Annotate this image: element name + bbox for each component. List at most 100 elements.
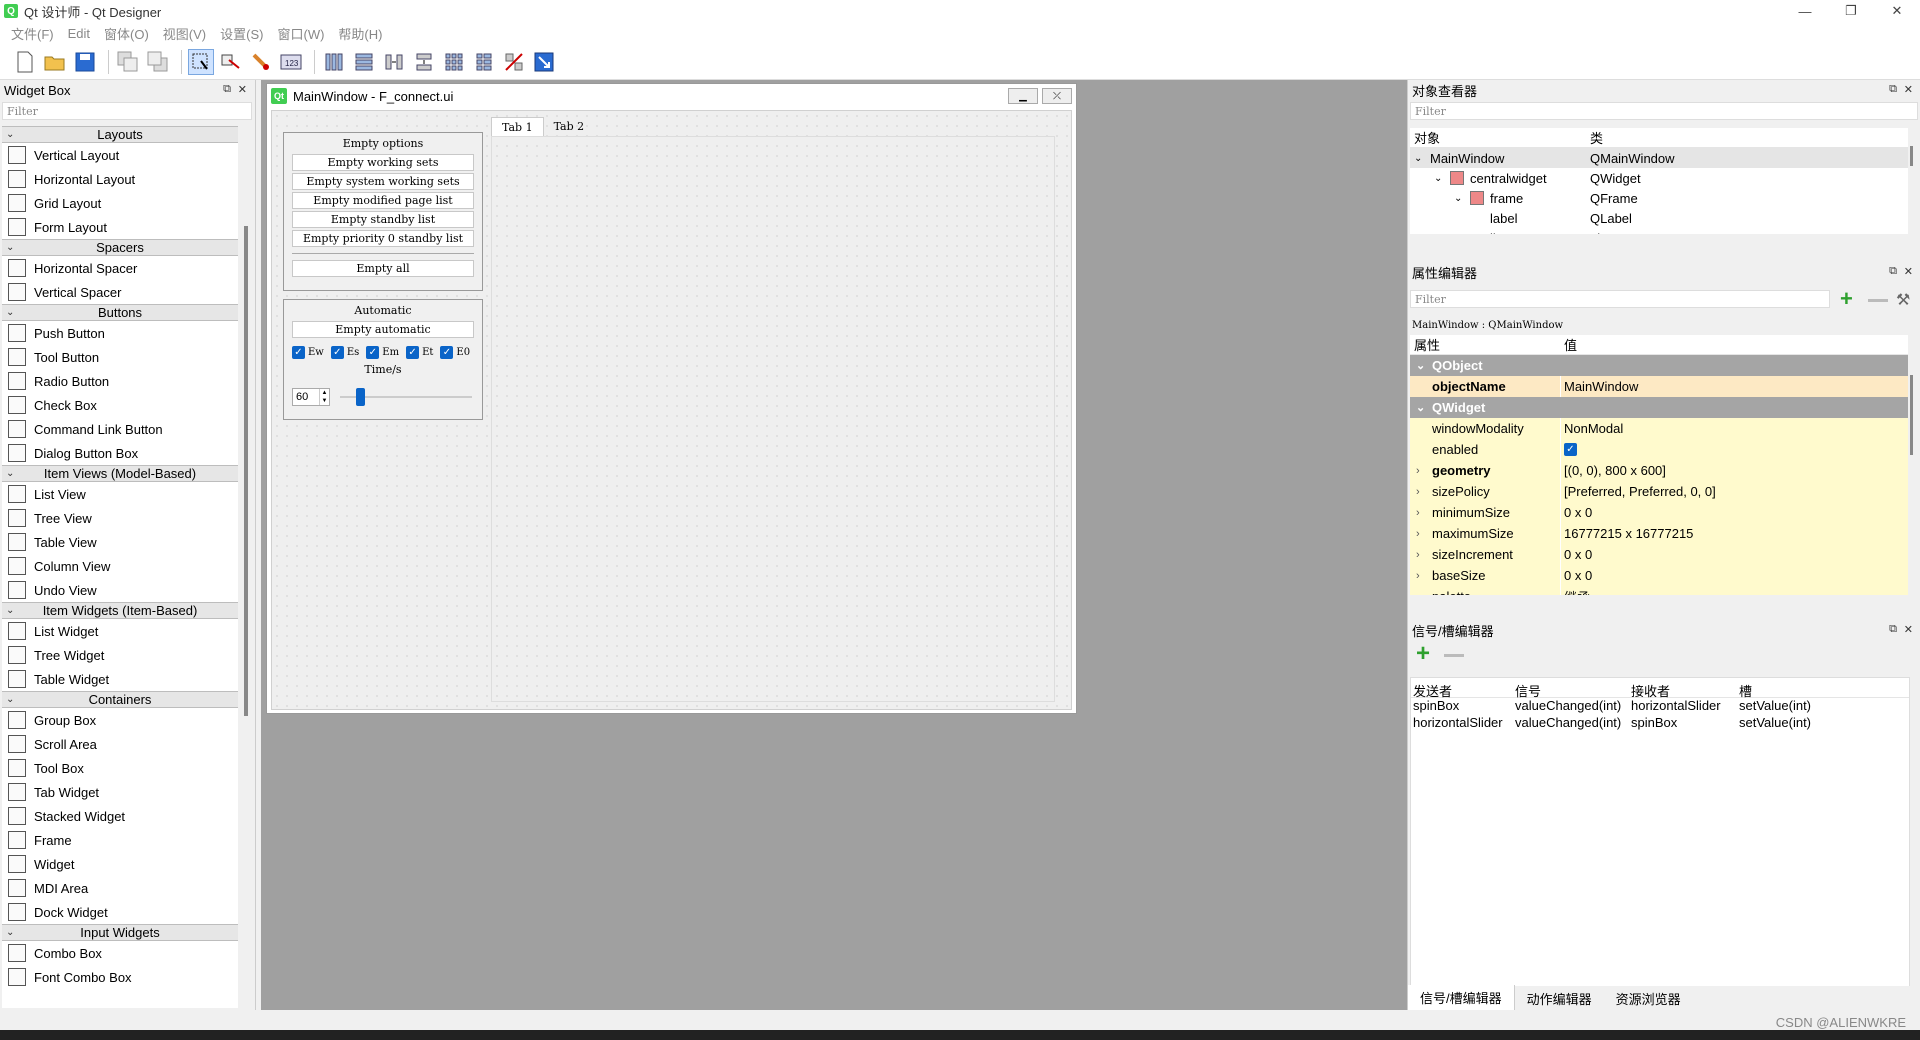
checkbox-es[interactable]: ✓ Es — [330, 346, 359, 359]
widget-item[interactable]: Stacked Widget — [2, 804, 238, 828]
property-row[interactable]: enabled ✓ — [1410, 439, 1908, 460]
send-to-back-icon[interactable] — [115, 49, 141, 75]
property-value[interactable]: MainWindow — [1564, 379, 1638, 394]
add-property-icon[interactable]: + — [1840, 288, 1853, 310]
edit-tab-order-icon[interactable]: 123 — [278, 49, 304, 75]
group-empty-options[interactable]: Empty options Empty working sets Empty s… — [283, 132, 483, 291]
form-canvas[interactable]: Tab 1 Tab 2 Empty options Empty working … — [271, 110, 1072, 710]
empty-all-button[interactable]: Empty all — [292, 260, 474, 277]
widget-item[interactable]: Table View — [2, 530, 238, 554]
property-value[interactable]: NonModal — [1564, 421, 1623, 436]
tree-row[interactable]: ⌄ centralwidget QWidget — [1410, 168, 1908, 188]
chevron-right-icon[interactable]: › — [1416, 507, 1420, 519]
empty-system-working-sets-button[interactable]: Empty system working sets — [292, 173, 474, 190]
widget-item[interactable]: Horizontal Layout — [2, 167, 238, 191]
menu-edit[interactable]: Edit — [61, 26, 97, 41]
property-row[interactable]: objectName MainWindow — [1410, 376, 1908, 397]
widget-item[interactable]: Combo Box — [2, 941, 238, 965]
float-dock-icon[interactable]: ⧉ — [1889, 265, 1897, 278]
tree-row[interactable]: ⌄ MainWindow QMainWindow — [1410, 148, 1908, 168]
property-table-scrollbar[interactable] — [1910, 375, 1913, 455]
property-row[interactable]: › sizePolicy [Preferred, Preferred, 0, 0] — [1410, 481, 1908, 502]
chevron-right-icon[interactable]: › — [1416, 465, 1420, 477]
layout-form-icon[interactable] — [471, 49, 497, 75]
edit-buddies-icon[interactable] — [248, 49, 274, 75]
connection-row[interactable]: spinBox valueChanged(int) horizontalSlid… — [1411, 698, 1909, 715]
empty-modified-page-list-button[interactable]: Empty modified page list — [292, 192, 474, 209]
property-value[interactable]: 0 x 0 — [1564, 547, 1592, 562]
property-row[interactable]: › baseSize 0 x 0 — [1410, 565, 1908, 586]
category-header[interactable]: ⌄ Item Widgets (Item-Based) — [2, 602, 238, 619]
property-section[interactable]: ⌄ QWidget — [1410, 397, 1908, 418]
property-value[interactable]: 0 x 0 — [1564, 505, 1592, 520]
chevron-right-icon[interactable]: › — [1416, 570, 1420, 582]
widget-item[interactable]: Group Box — [2, 708, 238, 732]
chevron-right-icon[interactable]: › — [1416, 486, 1420, 498]
widget-item[interactable]: Dock Widget — [2, 900, 238, 924]
checkbox-em[interactable]: ✓ Em — [366, 346, 399, 359]
edit-signals-slots-icon[interactable] — [218, 49, 244, 75]
property-row[interactable]: › maximumSize 16777215 x 16777215 — [1410, 523, 1908, 544]
category-header[interactable]: ⌄ Item Views (Model-Based) — [2, 465, 238, 482]
widget-item[interactable]: List View — [2, 482, 238, 506]
widget-item[interactable]: Tool Button — [2, 345, 238, 369]
remove-property-icon[interactable] — [1868, 299, 1888, 302]
empty-priority-0-standby-list-button[interactable]: Empty priority 0 standby list — [292, 230, 474, 247]
menu-settings[interactable]: 设置(S) — [213, 24, 270, 43]
break-layout-icon[interactable] — [501, 49, 527, 75]
property-row[interactable]: › sizeIncrement 0 x 0 — [1410, 544, 1908, 565]
menu-window[interactable]: 窗口(W) — [270, 24, 331, 43]
subwindow-minimize-button[interactable]: ▁ — [1008, 88, 1038, 104]
widget-item[interactable]: List Widget — [2, 619, 238, 643]
widget-item[interactable]: Horizontal Spacer — [2, 256, 238, 280]
minimize-button[interactable]: — — [1782, 0, 1828, 22]
widget-item[interactable]: Vertical Layout — [2, 143, 238, 167]
remove-connection-icon[interactable] — [1444, 654, 1464, 657]
spin-box[interactable]: 60 ▲ ▼ — [292, 388, 330, 406]
widget-item[interactable]: Push Button — [2, 321, 238, 345]
category-header[interactable]: ⌄ Buttons — [2, 304, 238, 321]
property-value[interactable]: 0 x 0 — [1564, 568, 1592, 583]
widget-item[interactable]: Grid Layout — [2, 191, 238, 215]
new-file-icon[interactable] — [12, 49, 38, 75]
slider-handle[interactable] — [355, 388, 365, 406]
close-dock-icon[interactable]: ✕ — [238, 83, 247, 96]
category-header[interactable]: ⌄ Containers — [2, 691, 238, 708]
close-dock-icon[interactable]: ✕ — [1904, 83, 1913, 96]
widget-item[interactable]: Frame — [2, 828, 238, 852]
property-row[interactable]: › geometry [(0, 0), 800 x 600] — [1410, 460, 1908, 481]
widget-item[interactable]: Widget — [2, 852, 238, 876]
tab-2[interactable]: Tab 2 — [544, 117, 595, 137]
float-dock-icon[interactable]: ⧉ — [223, 83, 231, 96]
close-dock-icon[interactable]: ✕ — [1904, 623, 1913, 636]
checkbox-ew[interactable]: ✓ Ew — [292, 346, 324, 359]
layout-grid-icon[interactable] — [441, 49, 467, 75]
menu-view[interactable]: 视图(V) — [156, 24, 213, 43]
property-value[interactable]: 继承 — [1564, 587, 1590, 595]
chevron-down-icon[interactable]: ⌄ — [1416, 359, 1425, 372]
menu-help[interactable]: 帮助(H) — [331, 24, 389, 43]
chevron-down-icon[interactable]: ⌄ — [6, 692, 14, 707]
property-section[interactable]: ⌄ QObject — [1410, 355, 1908, 376]
property-row[interactable]: windowModality NonModal — [1410, 418, 1908, 439]
checkbox-et[interactable]: ✓ Et — [406, 346, 433, 359]
chevron-right-icon[interactable]: › — [1416, 549, 1420, 561]
widget-item[interactable]: Scroll Area — [2, 732, 238, 756]
close-dock-icon[interactable]: ✕ — [1904, 265, 1913, 278]
maximize-button[interactable]: ❐ — [1828, 0, 1874, 22]
chevron-down-icon[interactable]: ⌄ — [6, 603, 14, 618]
chevron-down-icon[interactable]: ⌄ — [1434, 173, 1442, 184]
empty-standby-list-button[interactable]: Empty standby list — [292, 211, 474, 228]
menu-file[interactable]: 文件(F) — [4, 24, 61, 43]
chevron-down-icon[interactable]: ⌄ — [6, 127, 14, 142]
save-icon[interactable] — [72, 49, 98, 75]
subwindow-close-button[interactable]: ⤫ — [1042, 88, 1072, 104]
widget-item[interactable]: Check Box — [2, 393, 238, 417]
float-dock-icon[interactable]: ⧉ — [1889, 623, 1897, 636]
chevron-right-icon[interactable]: › — [1416, 528, 1420, 540]
widget-item[interactable]: Column View — [2, 554, 238, 578]
checkbox-e0[interactable]: ✓ E0 — [440, 346, 470, 359]
category-header[interactable]: ⌄ Spacers — [2, 239, 238, 256]
bring-to-front-icon[interactable] — [145, 49, 171, 75]
tree-row[interactable]: label QLabel — [1410, 208, 1908, 228]
